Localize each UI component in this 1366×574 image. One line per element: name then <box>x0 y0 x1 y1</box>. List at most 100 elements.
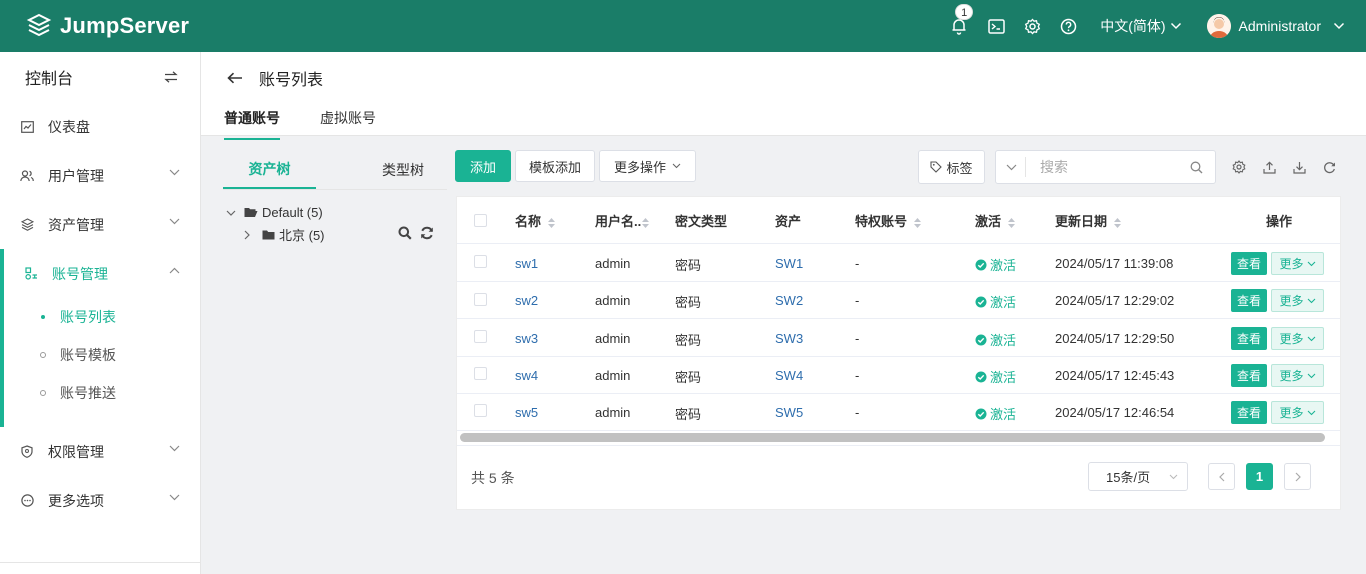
chevron-down-icon <box>1006 164 1017 170</box>
table-row[interactable]: sw5 admin 密码 SW5 - 激活 2024/05/17 12:46:5… <box>457 394 1340 431</box>
chevron-down-icon <box>672 163 681 169</box>
more-dropdown-button[interactable]: 更多 <box>1271 252 1324 275</box>
view-button[interactable]: 查看 <box>1231 327 1267 350</box>
status-badge: 激活 <box>975 255 1016 274</box>
table-header-row: 名称 用户名.. 密文类型 资产 特权账号 激活 更新日期 操作 <box>457 197 1340 244</box>
prev-page-button[interactable] <box>1208 463 1235 490</box>
asset-link[interactable]: SW1 <box>775 256 803 271</box>
template-add-button[interactable]: 模板添加 <box>515 150 595 182</box>
sidebar-item-dashboard[interactable]: 仪表盘 <box>0 102 200 151</box>
table-row[interactable]: sw1 admin 密码 SW1 - 激活 2024/05/17 11:39:0… <box>457 244 1340 282</box>
sidebar-item-more[interactable]: 更多选项 <box>0 476 200 525</box>
row-checkbox[interactable] <box>474 255 487 268</box>
view-button[interactable]: 查看 <box>1231 289 1267 312</box>
asset-link[interactable]: SW5 <box>775 405 803 420</box>
tab-virtual-accounts[interactable]: 虚拟账号 <box>320 108 376 140</box>
sidebar-item-permissions[interactable]: 权限管理 <box>0 427 200 476</box>
tree-panel: 资产树 类型树 Default (5) 北京 (5) <box>223 150 447 550</box>
sidebar-item-assets[interactable]: 资产管理 <box>0 200 200 249</box>
add-button[interactable]: 添加 <box>455 150 511 182</box>
privileged-cell: - <box>855 256 860 271</box>
bullet-icon <box>41 315 45 319</box>
column-header-privileged[interactable]: 特权账号 <box>855 211 922 230</box>
account-name-link[interactable]: sw3 <box>515 331 538 346</box>
horizontal-scrollbar[interactable] <box>460 433 1325 442</box>
help-icon[interactable] <box>1058 16 1078 36</box>
status-badge: 激活 <box>975 292 1016 311</box>
assets-icon <box>20 218 34 232</box>
column-header-username[interactable]: 用户名.. <box>595 211 650 230</box>
sort-icon <box>1114 217 1122 228</box>
asset-link[interactable]: SW2 <box>775 293 803 308</box>
more-actions-button[interactable]: 更多操作 <box>599 150 696 182</box>
page-size-label: 15条/页 <box>1106 470 1151 485</box>
switch-view-icon[interactable] <box>164 71 178 83</box>
select-all-checkbox[interactable] <box>474 214 487 227</box>
asset-link[interactable]: SW3 <box>775 331 803 346</box>
row-checkbox[interactable] <box>474 330 487 343</box>
view-button[interactable]: 查看 <box>1231 401 1267 424</box>
column-header-name[interactable]: 名称 <box>515 211 556 230</box>
table-settings-icon[interactable] <box>1231 159 1247 175</box>
more-dropdown-button[interactable]: 更多 <box>1271 401 1324 424</box>
chevron-right-icon <box>1295 472 1301 481</box>
sidebar-subitem-account-list[interactable]: 账号列表 <box>4 298 200 336</box>
check-circle-icon <box>975 371 987 382</box>
terminal-icon[interactable] <box>986 16 1006 36</box>
table-row[interactable]: sw4 admin 密码 SW4 - 激活 2024/05/17 12:45:4… <box>457 357 1340 394</box>
sidebar-group-accounts: 账号管理 账号列表 账号模板 账号推送 <box>0 249 200 427</box>
tab-asset-tree[interactable]: 资产树 <box>223 150 316 189</box>
more-dropdown-button[interactable]: 更多 <box>1271 364 1324 387</box>
chevron-down-icon <box>1307 373 1315 378</box>
next-page-button[interactable] <box>1284 463 1311 490</box>
status-badge: 激活 <box>975 330 1016 349</box>
row-checkbox[interactable] <box>474 404 487 417</box>
language-selector[interactable]: 中文(简体) <box>1100 16 1181 36</box>
secret-type-cell: 密码 <box>675 295 702 310</box>
more-dropdown-button[interactable]: 更多 <box>1271 327 1324 350</box>
sidebar-header: 控制台 <box>0 52 200 102</box>
upload-icon[interactable] <box>1261 159 1277 175</box>
sidebar-subitem-account-push[interactable]: 账号推送 <box>4 374 200 412</box>
username-cell: admin <box>595 368 631 383</box>
tree-node-beijing[interactable]: 北京 (5) <box>244 225 325 244</box>
updated-date-cell: 2024/05/17 12:46:54 <box>1055 405 1175 420</box>
account-name-link[interactable]: sw5 <box>515 405 538 420</box>
column-header-active[interactable]: 激活 <box>975 211 1016 230</box>
sidebar-item-accounts[interactable]: 账号管理 <box>4 249 200 298</box>
sidebar-subitem-account-template[interactable]: 账号模板 <box>4 336 200 374</box>
view-button[interactable]: 查看 <box>1231 252 1267 275</box>
back-arrow-icon[interactable] <box>227 72 243 84</box>
page-number-button[interactable]: 1 <box>1246 463 1273 490</box>
more-dropdown-button[interactable]: 更多 <box>1271 289 1324 312</box>
bell-icon[interactable]: 1 <box>949 4 974 36</box>
asset-link[interactable]: SW4 <box>775 368 803 383</box>
view-button[interactable]: 查看 <box>1231 364 1267 387</box>
account-name-link[interactable]: sw4 <box>515 368 538 383</box>
refresh-icon[interactable] <box>1321 159 1337 175</box>
account-name-link[interactable]: sw2 <box>515 293 538 308</box>
search-input[interactable]: 搜索 <box>995 150 1216 184</box>
refresh-icon[interactable] <box>420 226 434 240</box>
top-bar: JumpServer 1 中文(简体) Administrator <box>0 0 1366 52</box>
tree-node-label: Default (5) <box>262 205 323 220</box>
settings-icon[interactable] <box>1022 16 1042 36</box>
column-header-updated[interactable]: 更新日期 <box>1055 211 1122 230</box>
user-menu[interactable]: Administrator <box>1206 14 1345 38</box>
table-row[interactable]: sw2 admin 密码 SW2 - 激活 2024/05/17 12:29:0… <box>457 282 1340 319</box>
account-name-link[interactable]: sw1 <box>515 256 538 271</box>
search-icon[interactable] <box>398 226 412 240</box>
tree-node-default[interactable]: Default (5) <box>226 205 323 220</box>
sidebar-title: 控制台 <box>25 71 74 88</box>
page-size-select[interactable]: 15条/页 <box>1088 462 1188 491</box>
logo[interactable]: JumpServer <box>26 13 189 39</box>
sidebar-item-users[interactable]: 用户管理 <box>0 151 200 200</box>
row-checkbox[interactable] <box>474 293 487 306</box>
table-row[interactable]: sw3 admin 密码 SW3 - 激活 2024/05/17 12:29:5… <box>457 319 1340 357</box>
tags-button[interactable]: 标签 <box>918 150 985 184</box>
sidebar-subitem-label: 账号列表 <box>60 309 116 325</box>
tab-type-tree[interactable]: 类型树 <box>316 150 447 189</box>
row-checkbox[interactable] <box>474 367 487 380</box>
download-icon[interactable] <box>1291 159 1307 175</box>
tab-normal-accounts[interactable]: 普通账号 <box>224 108 280 140</box>
